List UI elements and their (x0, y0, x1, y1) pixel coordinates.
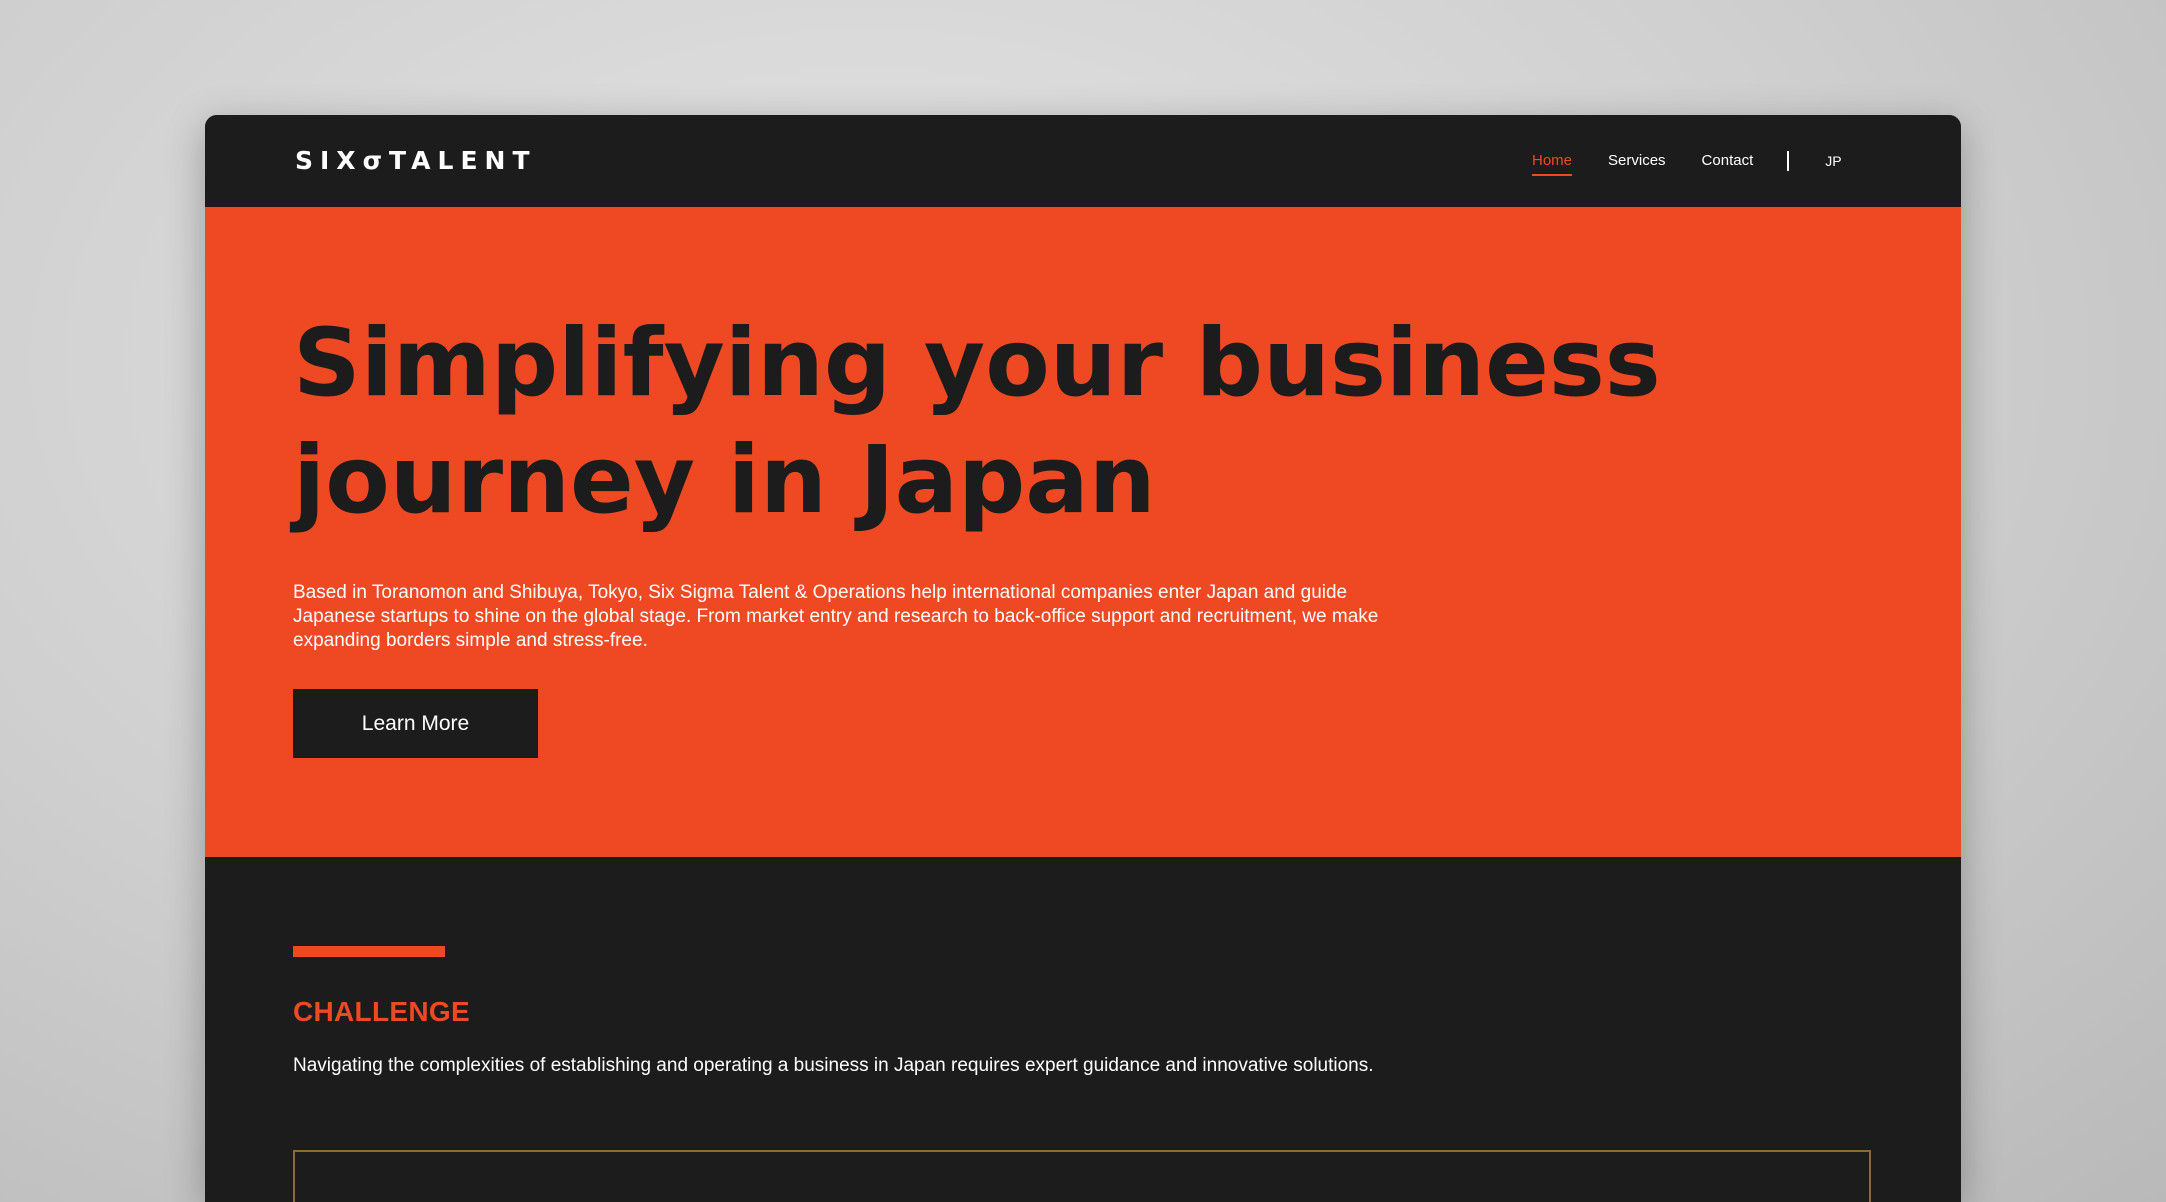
language-switch-link[interactable]: JP (1825, 151, 1841, 171)
section-accent-bar (293, 946, 445, 957)
main-nav: Home Services Contact JP (1532, 149, 1842, 176)
browser-window: SIXσTALENT Home Services Contact JP Simp… (205, 115, 1961, 1202)
hero-description: Based in Toranomon and Shibuya, Tokyo, S… (293, 582, 1379, 651)
top-navbar: SIXσTALENT Home Services Contact JP (205, 115, 1961, 207)
challenge-section: CHALLENGE Navigating the complexities of… (205, 857, 1961, 1202)
learn-more-button[interactable]: Learn More (293, 689, 538, 758)
nav-contact-link[interactable]: Contact (1702, 151, 1754, 171)
nav-home-link[interactable]: Home (1532, 151, 1573, 176)
challenge-title: CHALLENGE (293, 996, 470, 1027)
hero-title: Simplifying your business journey in Jap… (293, 309, 1661, 535)
challenge-description: Navigating the complexities of establish… (293, 1055, 1374, 1076)
nav-divider (1787, 151, 1790, 171)
site-logo[interactable]: SIXσTALENT (295, 146, 537, 176)
nav-services-link[interactable]: Services (1608, 151, 1666, 171)
challenge-card (293, 1150, 1871, 1202)
hero-section: Simplifying your business journey in Jap… (205, 207, 1961, 857)
